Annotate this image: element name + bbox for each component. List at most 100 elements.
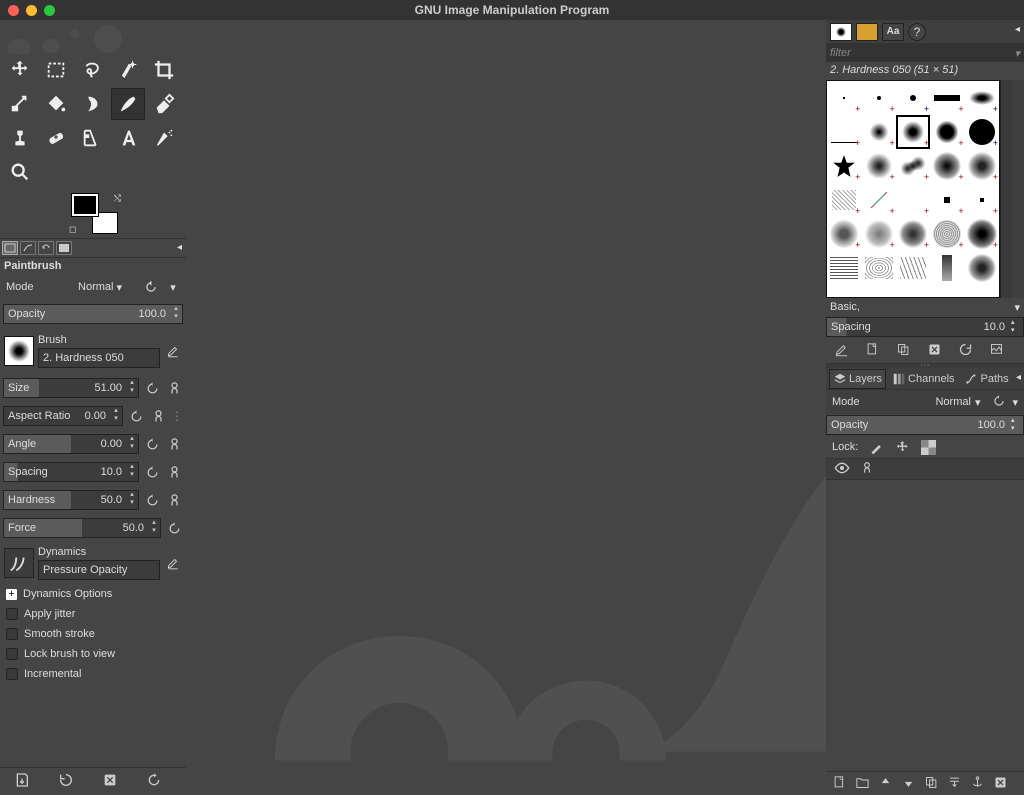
perspective-clone-tool[interactable] (75, 122, 109, 154)
opacity-stepper[interactable]: ▴▾ (171, 305, 181, 323)
hardness-stepper[interactable]: ▴▾ (127, 491, 137, 509)
layers-tab[interactable]: Layers (829, 369, 886, 389)
aspect-extra-icon[interactable]: ⋮ (171, 409, 183, 423)
brush-item[interactable]: + (861, 149, 895, 183)
lock-brush-checkbox[interactable]: Lock brush to view (0, 644, 186, 664)
force-reset-icon[interactable] (165, 517, 183, 539)
brush-grid[interactable]: + + + + + + + + + + + + + + + + + (826, 80, 1000, 298)
lock-pixels-icon[interactable] (868, 439, 884, 455)
brush-item[interactable]: + (861, 183, 895, 217)
angle-stepper[interactable]: ▴▾ (127, 435, 137, 453)
raise-layer-icon[interactable] (878, 775, 893, 793)
restore-preset-icon[interactable] (58, 772, 74, 791)
heal-tool[interactable] (39, 122, 73, 154)
aspect-reset-icon[interactable] (127, 405, 145, 427)
help-tab[interactable]: ? (908, 23, 926, 41)
size-stepper[interactable]: ▴▾ (127, 379, 137, 397)
zoom-tool[interactable] (3, 156, 37, 188)
hardness-reset-icon[interactable] (143, 489, 161, 511)
anchor-layer-icon[interactable] (970, 775, 985, 793)
brush-item[interactable] (861, 251, 895, 285)
brush-item[interactable]: + (965, 217, 999, 251)
layer-opacity-slider[interactable]: Opacity 100.0 ▴▾ (826, 415, 1024, 435)
crop-tool[interactable] (147, 54, 181, 86)
aspect-slider[interactable]: Aspect Ratio 0.00 ▴▾ (3, 406, 123, 426)
brush-item[interactable]: + (827, 217, 861, 251)
brush-spacing-stepper[interactable]: ▴▾ (1011, 319, 1021, 335)
brush-item[interactable]: + (896, 217, 930, 251)
link-icon[interactable] (860, 461, 874, 478)
edit-brush-icon[interactable] (164, 342, 182, 360)
tab-menu-icon[interactable]: ◂ (177, 242, 182, 253)
spacing-slider[interactable]: Spacing 10.0 ▴▾ (3, 462, 139, 482)
brush-preview[interactable] (4, 336, 34, 366)
layer-mode-menu-icon[interactable]: ▾ (1012, 396, 1018, 409)
aspect-stepper[interactable]: ▴▾ (111, 407, 121, 425)
layers-tab-menu-icon[interactable]: ◂ (1016, 372, 1021, 383)
brush-spacing-slider[interactable]: Spacing 10.0 ▴▾ (826, 317, 1024, 337)
text-tool[interactable] (111, 122, 145, 154)
lower-layer-icon[interactable] (901, 775, 916, 793)
patterns-tab[interactable] (856, 23, 878, 41)
angle-slider[interactable]: Angle 0.00 ▴▾ (3, 434, 139, 454)
aspect-link-icon[interactable] (149, 405, 167, 427)
minimize-window-button[interactable] (26, 5, 37, 16)
transform-tool[interactable] (3, 88, 37, 120)
layer-mode-row[interactable]: Mode Normal ▾ ▾ (826, 390, 1024, 414)
swap-colors-icon[interactable]: ⤭ (114, 193, 121, 204)
brush-item[interactable]: + (930, 149, 964, 183)
reset-colors-icon[interactable]: ◻ (69, 224, 76, 235)
brush-item[interactable]: + (930, 115, 964, 149)
brush-filter-input[interactable]: filter ▾ (826, 44, 1024, 62)
tool-options-tab[interactable] (2, 241, 18, 255)
paintbrush-tool[interactable] (111, 88, 145, 120)
brush-item[interactable]: + (965, 81, 999, 115)
brushes-tab-menu-icon[interactable]: ◂ (1015, 24, 1020, 35)
brush-item[interactable] (930, 251, 964, 285)
brush-item[interactable]: + (965, 115, 999, 149)
foreground-color[interactable] (72, 194, 98, 216)
clone-tool[interactable] (3, 122, 37, 154)
paths-tab[interactable]: Paths (961, 369, 1013, 389)
merge-down-icon[interactable] (947, 775, 962, 793)
brush-item[interactable] (896, 251, 930, 285)
filter-dropdown-icon[interactable]: ▾ (1014, 47, 1020, 60)
brush-item[interactable]: + (861, 115, 895, 149)
brush-item-selected[interactable]: + (896, 115, 930, 149)
brush-preset-select[interactable]: Basic, ▾ (826, 298, 1024, 316)
smooth-stroke-checkbox[interactable]: Smooth stroke (0, 624, 186, 644)
refresh-brush-icon[interactable] (958, 342, 973, 360)
brush-item[interactable] (965, 251, 999, 285)
layer-opacity-stepper[interactable]: ▴▾ (1011, 417, 1021, 433)
eye-icon[interactable] (834, 460, 850, 479)
duplicate-brush-icon[interactable] (896, 342, 911, 360)
undo-history-tab[interactable] (38, 241, 54, 255)
save-preset-icon[interactable] (14, 772, 30, 791)
brush-grid-scrollbar[interactable] (1000, 80, 1012, 298)
maximize-window-button[interactable] (44, 5, 55, 16)
edit-brush-icon[interactable] (834, 342, 849, 360)
mode-reset-icon[interactable] (142, 278, 160, 296)
delete-preset-icon[interactable] (102, 772, 118, 791)
brush-item[interactable]: + (930, 183, 964, 217)
lock-alpha-icon[interactable] (920, 439, 936, 455)
airbrush-tool[interactable] (147, 122, 181, 154)
opacity-slider[interactable]: Opacity 100.0 ▴▾ (3, 304, 183, 324)
incremental-checkbox[interactable]: Incremental (0, 664, 186, 684)
brush-item[interactable]: + (965, 183, 999, 217)
reset-preset-icon[interactable] (146, 772, 162, 791)
lock-position-icon[interactable] (894, 439, 910, 455)
device-status-tab[interactable] (20, 241, 36, 255)
layers-list[interactable] (826, 480, 1024, 771)
new-brush-icon[interactable] (865, 342, 880, 360)
edit-dynamics-icon[interactable] (164, 554, 182, 572)
brush-item[interactable]: + (827, 81, 861, 115)
brush-item[interactable] (827, 251, 861, 285)
fuzzy-select-tool[interactable] (111, 54, 145, 86)
size-slider[interactable]: Size 51.00 ▴▾ (3, 378, 139, 398)
mode-select[interactable]: Normal ▾ (76, 276, 124, 298)
apply-jitter-checkbox[interactable]: Apply jitter (0, 604, 186, 624)
free-select-tool[interactable] (75, 54, 109, 86)
canvas-area[interactable] (186, 20, 826, 795)
force-slider[interactable]: Force 50.0 ▴▾ (3, 518, 161, 538)
